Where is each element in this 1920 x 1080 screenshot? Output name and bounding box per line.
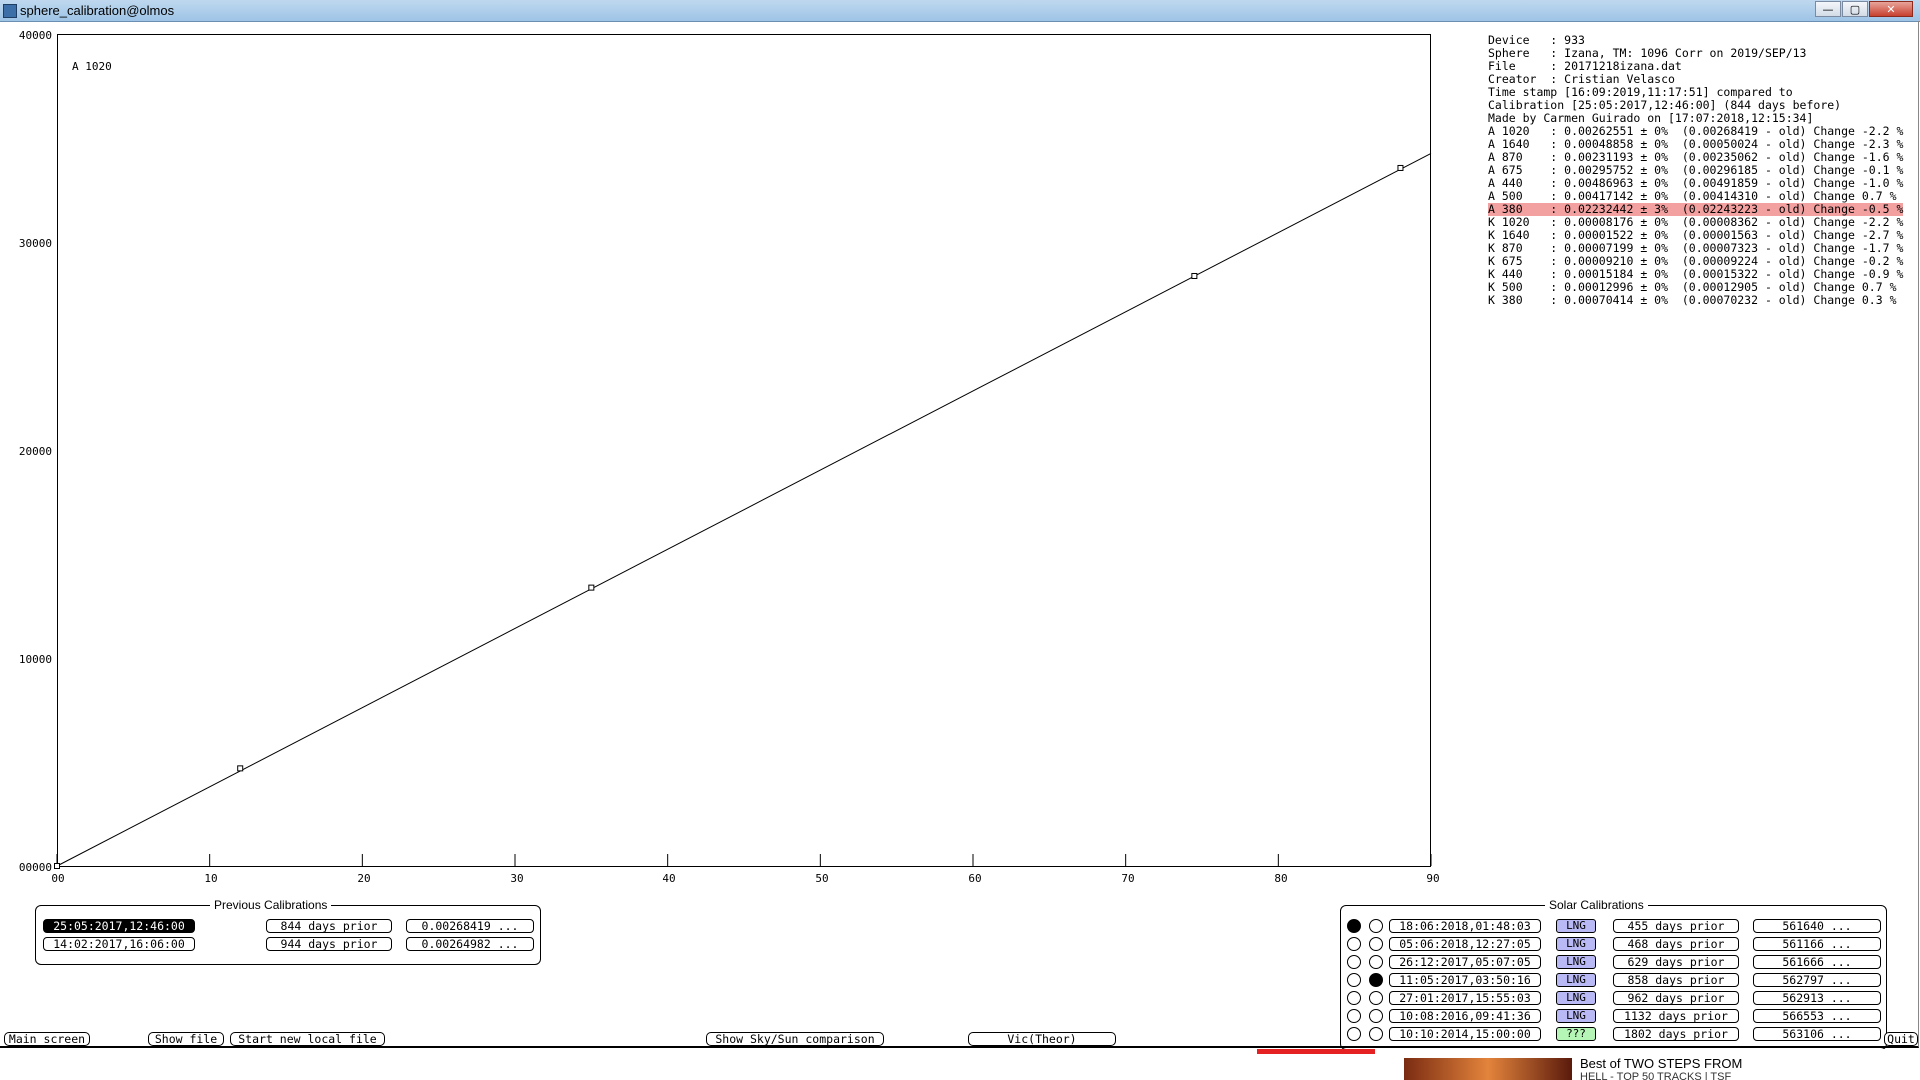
video-headline[interactable]: Best of TWO STEPS FROM (1580, 1056, 1742, 1071)
solar-compare-radio[interactable] (1369, 937, 1383, 951)
solar-site-tag: LNG (1556, 955, 1596, 969)
solar-prior-field: 1132 days prior (1613, 1009, 1739, 1023)
solar-select-radio[interactable] (1347, 991, 1361, 1005)
solar-select-radio[interactable] (1347, 919, 1361, 933)
solar-site-tag: LNG (1556, 973, 1596, 987)
solar-compare-radio[interactable] (1369, 973, 1383, 987)
vic-theor-button[interactable]: Vic(Theor) (968, 1032, 1116, 1046)
solar-value-button[interactable]: 561640 ... (1753, 919, 1881, 933)
solar-compare-radio[interactable] (1369, 955, 1383, 969)
solar-select-radio[interactable] (1347, 1027, 1361, 1041)
data-point (1191, 272, 1198, 279)
solar-date-field[interactable]: 18:06:2018,01:48:03 (1389, 919, 1541, 933)
solar-date-field[interactable]: 10:10:2014,15:00:00 (1389, 1027, 1541, 1041)
previous-date-field[interactable]: 14:02:2017,16:06:00 (43, 937, 195, 951)
solar-date-field[interactable]: 26:12:2017,05:07:05 (1389, 955, 1541, 969)
solar-select-radio[interactable] (1347, 937, 1361, 951)
previous-calibrations-title: Previous Calibrations (210, 898, 332, 912)
quit-button[interactable]: Quit (1884, 1032, 1918, 1046)
video-thumbnail[interactable] (1404, 1058, 1572, 1080)
data-point (237, 765, 244, 772)
progress-bar (1257, 1049, 1375, 1054)
solar-value-button[interactable]: 566553 ... (1753, 1009, 1881, 1023)
solar-site-tag: LNG (1556, 937, 1596, 951)
solar-value-button[interactable]: 562797 ... (1753, 973, 1881, 987)
previous-value-button[interactable]: 0.00268419 ... (406, 919, 534, 933)
show-sky-sun-comparison-button[interactable]: Show Sky/Sun comparison (706, 1032, 884, 1046)
solar-site-tag: LNG (1556, 919, 1596, 933)
solar-prior-field: 468 days prior (1613, 937, 1739, 951)
solar-value-button[interactable]: 563106 ... (1753, 1027, 1881, 1041)
calibration-info-panel: Device : 933 Sphere : Izana, TM: 1096 Cor… (1488, 34, 1904, 307)
previous-calibrations-group (35, 905, 541, 965)
solar-select-radio[interactable] (1347, 973, 1361, 987)
solar-value-button[interactable]: 562913 ... (1753, 991, 1881, 1005)
solar-prior-field: 629 days prior (1613, 955, 1739, 969)
solar-value-button[interactable]: 561666 ... (1753, 955, 1881, 969)
data-point (588, 584, 595, 591)
solar-site-tag: ??? (1556, 1027, 1596, 1041)
solar-prior-field: 455 days prior (1613, 919, 1739, 933)
solar-select-radio[interactable] (1347, 955, 1361, 969)
solar-value-button[interactable]: 561166 ... (1753, 937, 1881, 951)
show-file-button[interactable]: Show file (148, 1032, 224, 1046)
data-point (54, 863, 60, 869)
solar-compare-radio[interactable] (1369, 1009, 1383, 1023)
solar-compare-radio[interactable] (1369, 919, 1383, 933)
previous-value-button[interactable]: 0.00264982 ... (406, 937, 534, 951)
solar-date-field[interactable]: 11:05:2017,03:50:16 (1389, 973, 1541, 987)
fit-line (56, 152, 1432, 867)
main-screen-button[interactable]: Main screen (4, 1032, 90, 1046)
solar-date-field[interactable]: 05:06:2018,12:27:05 (1389, 937, 1541, 951)
solar-calibrations-title: Solar Calibrations (1545, 898, 1648, 912)
solar-date-field[interactable]: 27:01:2017,15:55:03 (1389, 991, 1541, 1005)
solar-prior-field: 962 days prior (1613, 991, 1739, 1005)
solar-site-tag: LNG (1556, 1009, 1596, 1023)
solar-prior-field: 1802 days prior (1613, 1027, 1739, 1041)
background-window-strip: Best of TWO STEPS FROM HELL - TOP 50 TRA… (0, 1049, 1920, 1080)
previous-prior-field: 944 days prior (266, 937, 392, 951)
info-line: K 380 : 0.00070414 ± 0% (0.00070232 - ol… (1488, 293, 1897, 307)
solar-select-radio[interactable] (1347, 1009, 1361, 1023)
data-point (1397, 164, 1404, 171)
start-new-local-file-button[interactable]: Start new local file (230, 1032, 385, 1046)
previous-prior-field: 844 days prior (266, 919, 392, 933)
solar-date-field[interactable]: 10:08:2016,09:41:36 (1389, 1009, 1541, 1023)
solar-site-tag: LNG (1556, 991, 1596, 1005)
solar-compare-radio[interactable] (1369, 1027, 1383, 1041)
solar-compare-radio[interactable] (1369, 991, 1383, 1005)
video-subline: HELL - TOP 50 TRACKS | TSF (1580, 1071, 1732, 1080)
previous-date-field[interactable]: 25:05:2017,12:46:00 (43, 919, 195, 933)
solar-prior-field: 858 days prior (1613, 973, 1739, 987)
